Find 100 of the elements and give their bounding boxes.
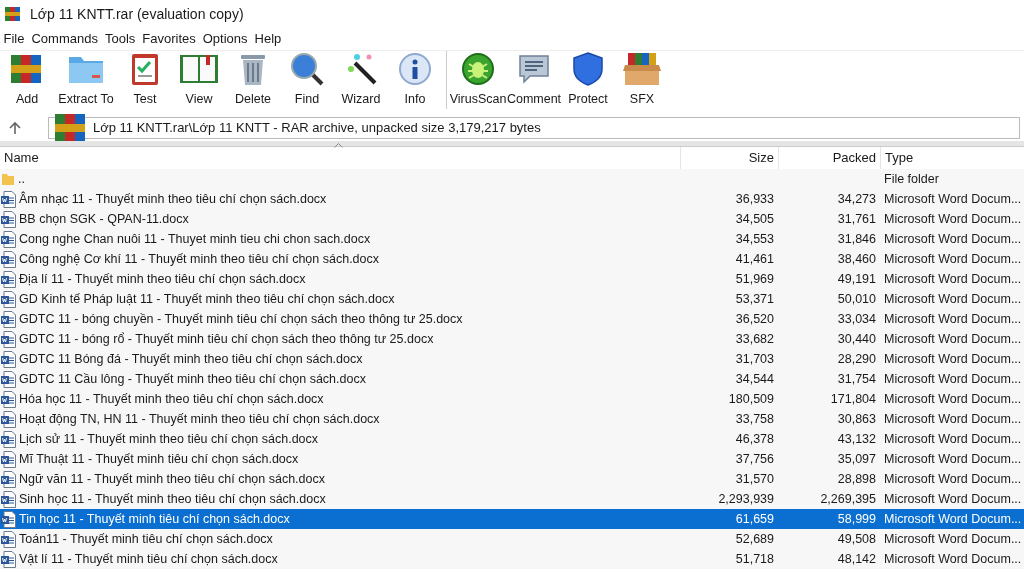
file-row[interactable]: Hoạt động TN, HN 11 - Thuyết minh theo tiêu chí chọn sách.docx 33,758 30,863 Microsoft Word Docum... [0,409,1024,429]
toolbar-button[interactable]: VirusScan [449,51,507,109]
file-name: GD Kinh tế Pháp luật 11 - Thuyết minh theo tiêu chí chọn sách.docx [19,290,395,308]
type-cell: Microsoft Word Docum... [884,451,1022,466]
column-header[interactable]: Name [0,148,680,168]
size-cell-text: 34,544 [735,370,774,388]
menu-item[interactable]: File [0,29,28,49]
file-row[interactable]: GDTC 11 - bóng chuyền - Thuyết minh tiêu chí chọn sách theo thông tư 25.docx 36,520 33,034 Microsoft Word Docum... [0,309,1024,329]
menu-item[interactable]: Favorites [138,29,200,49]
file-row[interactable]: Công nghệ Cơ khí 11 - Thuyết minh theo tiêu chí chọn sách.docx 41,461 38,460 Microsoft Word Docum... [0,249,1024,269]
size-cell-text: 41,461 [735,250,774,268]
size-cell-text: 34,553 [735,230,774,248]
size-cell-text: 51,969 [735,270,774,288]
type-cell: Microsoft Word Docum... [884,331,1022,346]
window-title: Lớp 11 KNTT.rar (evaluation copy) [30,4,244,24]
file-name: Lịch sử 11 - Thuyết minh theo tiêu chí chọn sách.docx [19,430,319,448]
menu-item[interactable]: Commands [27,29,102,49]
address-field[interactable]: Lớp 11 KNTT.rar\Lớp 11 KNTT - RAR archive, unpacked size 3,179,217 bytes [48,116,1020,139]
size-cell-text: 46,378 [735,430,774,448]
size-cell-text: 33,758 [735,410,774,428]
file-row[interactable]: GDTC 11 Cầu lông - Thuyết minh theo tiêu chí chọn sách.docx 34,544 31,754 Microsoft Word Docum... [0,369,1024,389]
file-name: GDTC 11 - bóng rổ - Thuyết minh tiêu chí chọn sách theo thông tư 25.docx [19,330,434,348]
size-cell-text: 61,659 [735,510,774,528]
type-cell: Microsoft Word Docum... [884,311,1022,326]
packed-cell-text: 35,097 [837,450,876,468]
toolbar-button[interactable]: Find [280,51,334,109]
packed-cell-text: 50,010 [837,290,876,308]
packed-cell-text: 58,999 [837,510,876,528]
file-row[interactable]: Sinh học 11 - Thuyết minh theo tiêu chí chọn sách.docx 2,293,939 2,269,395 Microsoft Word Docum... [0,489,1024,509]
toolbar-button[interactable]: Extract To [54,51,118,109]
file-name: GDTC 11 Cầu lông - Thuyết minh theo tiêu chí chọn sách.docx [19,370,366,388]
file-row[interactable]: GDTC 11 Bóng đá - Thuyết minh theo tiêu chí chọn sách.docx 31,703 28,290 Microsoft Word Docum... [0,349,1024,369]
size-cell-text: 53,371 [735,290,774,308]
packed-cell-text: 30,440 [837,330,876,348]
file-row[interactable]: GDTC 11 - bóng rổ - Thuyết minh tiêu chí chọn sách theo thông tư 25.docx 33,682 30,440 Microsoft Word Docum... [0,329,1024,349]
menu-item[interactable]: Options [199,29,252,49]
packed-cell-text: 171,804 [830,390,876,408]
file-row[interactable]: Vật lí 11 - Thuyết minh tiêu chí chọn sách.docx 51,718 48,142 Microsoft Word Docum... [0,549,1024,569]
packed-cell-text: 28,290 [837,350,876,368]
packed-cell-text: 31,754 [837,370,876,388]
file-row[interactable]: Ngữ văn 11 - Thuyết minh theo tiêu chí chọn sách.docx 31,570 28,898 Microsoft Word Docum... [0,469,1024,489]
packed-cell-text: 49,508 [837,530,876,548]
toolbar-button[interactable]: View [172,51,226,109]
file-name: BB chọn SGK - QPAN-11.docx [19,210,189,228]
file-row[interactable]: Tin học 11 - Thuyết minh tiêu chí chọn sách.docx 61,659 58,999 Microsoft Word Docum... [0,509,1024,529]
file-row[interactable]: Âm nhạc 11 - Thuyết minh theo tiêu chí chọn sách.docx 36,933 34,273 Microsoft Word Docum... [0,189,1024,209]
size-cell-text: 33,682 [735,330,774,348]
toolbar-button[interactable]: Info [388,51,442,109]
menu-item[interactable]: Help [251,29,285,49]
type-cell: Microsoft Word Docum... [884,411,1022,426]
toolbar-button[interactable]: Protect [561,51,615,109]
toolbar-button[interactable]: Test [118,51,172,109]
file-row[interactable]: Hóa học 11 - Thuyết minh theo tiêu chí chọn sách.docx 180,509 171,804 Microsoft Word Docum... [0,389,1024,409]
file-row[interactable]: GD Kinh tế Pháp luật 11 - Thuyết minh theo tiêu chí chọn sách.docx 53,371 50,010 Microsoft Word Docum... [0,289,1024,309]
magnifier-icon [289,51,325,88]
toolbar-button[interactable]: Add [0,51,54,109]
type-cell: Microsoft Word Docum... [884,291,1022,306]
type-cell: Microsoft Word Docum... [884,551,1022,566]
file-name: Sinh học 11 - Thuyết minh theo tiêu chí chọn sách.docx [19,490,326,508]
type-cell: Microsoft Word Docum... [884,491,1022,506]
file-row[interactable]: Mĩ Thuật 11 - Thuyết minh tiêu chí chọn sách.docx 37,756 35,097 Microsoft Word Docum... [0,449,1024,469]
file-row[interactable]: Toán11 - Thuyết minh tiêu chí chọn sách.docx 52,689 49,508 Microsoft Word Docum... [0,529,1024,549]
file-name: Hoạt động TN, HN 11 - Thuyết minh theo tiêu chí chọn sách.docx [19,410,380,428]
file-row[interactable]: Cong nghe Chan nuôi 11 - Thuyet minh tieu chi chon sach.docx 34,553 31,846 Microsoft Word Docum... [0,229,1024,249]
file-name: Vật lí 11 - Thuyết minh tiêu chí chọn sách.docx [19,550,278,568]
toolbar-button[interactable]: Comment [507,51,561,109]
packed-cell-text: 2,269,395 [820,490,876,508]
info-icon [397,51,433,88]
file-name: Địa lí 11 - Thuyết minh theo tiêu chí chọn sách.docx [19,270,306,288]
size-cell-text: 36,933 [735,190,774,208]
size-cell-text: 52,689 [735,530,774,548]
file-name: Công nghệ Cơ khí 11 - Thuyết minh theo tiêu chí chọn sách.docx [19,250,380,268]
type-cell: Microsoft Word Docum... [884,431,1022,446]
type-cell: Microsoft Word Docum... [884,211,1022,226]
clipboard-icon [129,51,161,88]
sort-caret-icon [334,143,343,148]
size-cell-text: 34,505 [735,210,774,228]
file-row[interactable]: BB chọn SGK - QPAN-11.docx 34,505 31,761 Microsoft Word Docum... [0,209,1024,229]
file-row[interactable]: Địa lí 11 - Thuyết minh theo tiêu chí chọn sách.docx 51,969 49,191 Microsoft Word Docum... [0,269,1024,289]
toolbar-button[interactable]: SFX [615,51,669,109]
packed-cell-text: 38,460 [837,250,876,268]
up-arrow-icon[interactable] [8,120,22,135]
size-cell-text: 31,570 [735,470,774,488]
file-name: GDTC 11 - bóng chuyền - Thuyết minh tiêu chí chọn sách theo thông tư 25.docx [19,310,463,328]
file-row[interactable]: Lịch sử 11 - Thuyết minh theo tiêu chí chọn sách.docx 46,378 43,132 Microsoft Word Docum... [0,429,1024,449]
type-cell: Microsoft Word Docum... [884,351,1022,366]
toolbar-button[interactable]: Wizard [334,51,388,109]
folder-icon [1,172,15,186]
menu-item[interactable]: Tools [101,29,139,49]
type-cell: Microsoft Word Docum... [884,231,1022,246]
packed-cell-text: 34,273 [837,190,876,208]
size-cell-text: 51,718 [735,550,774,568]
size-cell-text: 36,520 [735,310,774,328]
bug-icon [460,51,496,88]
file-row[interactable]: .. File folder [0,169,1024,189]
toolbar-button[interactable]: Delete [226,51,280,109]
packed-cell-text: 28,898 [837,470,876,488]
packed-cell-text: 31,761 [837,210,876,228]
type-cell: Microsoft Word Docum... [884,511,1022,526]
box-icon [622,51,662,88]
